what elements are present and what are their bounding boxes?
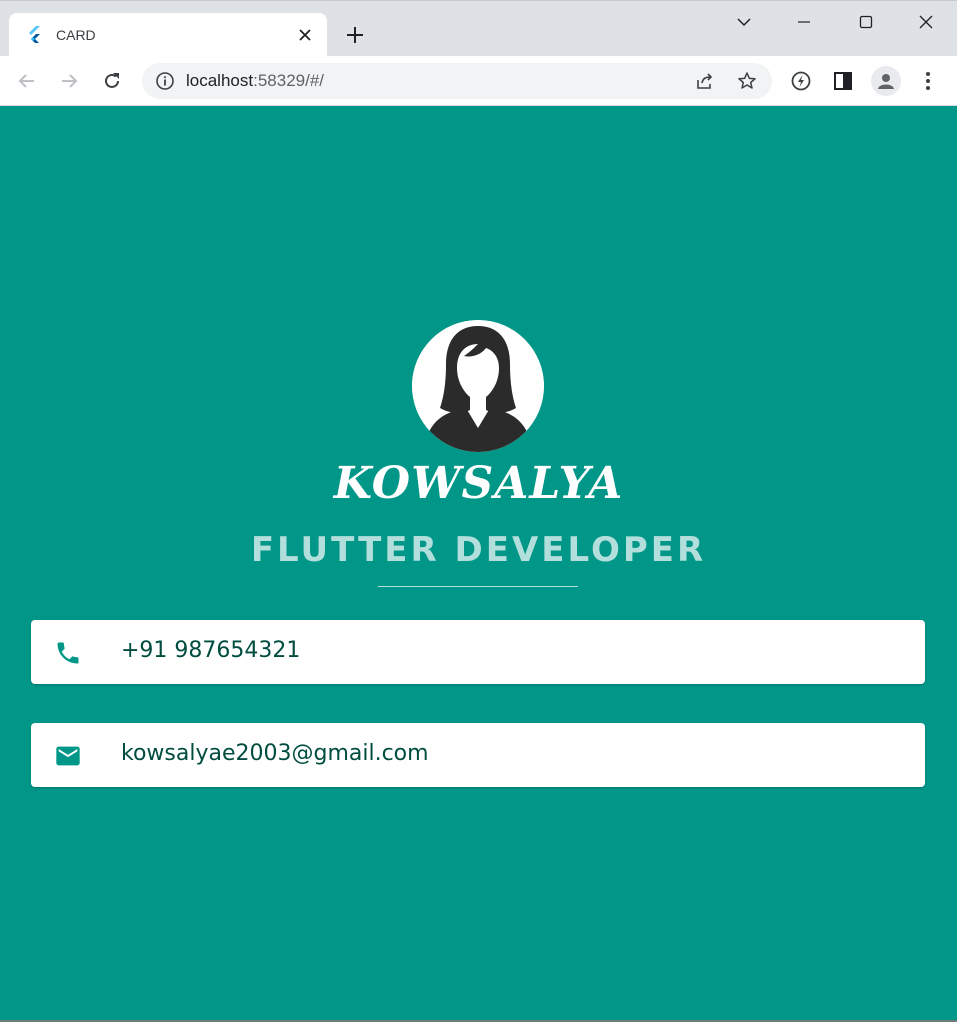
phone-card[interactable]: +91 987654321: [31, 620, 925, 684]
more-menu-icon[interactable]: [914, 67, 942, 95]
tab-search-chevron-icon[interactable]: [729, 9, 759, 35]
share-icon[interactable]: [694, 70, 716, 92]
phone-icon: [53, 638, 83, 668]
browser-toolbar: localhost:58329/#/: [0, 56, 957, 106]
profile-name: KOWSALYA: [333, 458, 624, 509]
tab-title: CARD: [56, 27, 96, 43]
address-bar[interactable]: localhost:58329/#/: [142, 63, 772, 99]
tab-strip: CARD: [0, 0, 957, 57]
close-tab-icon[interactable]: [295, 25, 315, 45]
reload-icon[interactable]: [98, 67, 126, 95]
url-path: :58329/#/: [253, 71, 325, 90]
female-user-icon: [412, 320, 544, 452]
divider: [378, 586, 578, 587]
new-tab-icon[interactable]: [343, 23, 367, 47]
url-host: localhost: [186, 71, 254, 90]
forward-arrow-icon[interactable]: [55, 67, 83, 95]
phone-number: +91 987654321: [121, 638, 301, 663]
app-body: KOWSALYA FLUTTER DEVELOPER +91 987654321…: [0, 106, 957, 1020]
site-info-icon[interactable]: [155, 71, 175, 91]
close-window-icon[interactable]: [911, 9, 941, 35]
performance-icon[interactable]: [787, 67, 815, 95]
browser-tab[interactable]: CARD: [9, 13, 327, 57]
flutter-logo-icon: [27, 26, 43, 44]
bookmark-star-icon[interactable]: [736, 70, 758, 92]
back-arrow-icon[interactable]: [13, 67, 41, 95]
email-card[interactable]: kowsalyae2003@gmail.com: [31, 723, 925, 787]
minimize-icon[interactable]: [789, 9, 819, 35]
url-text[interactable]: localhost:58329/#/: [186, 71, 324, 91]
profile-avatar-icon[interactable]: [871, 66, 901, 96]
maximize-icon[interactable]: [851, 9, 881, 35]
email-address: kowsalyae2003@gmail.com: [121, 741, 429, 766]
profile-title: FLUTTER DEVELOPER: [250, 530, 707, 570]
side-panel-icon[interactable]: [829, 67, 857, 95]
email-icon: [53, 741, 83, 771]
profile-avatar: [412, 320, 544, 452]
